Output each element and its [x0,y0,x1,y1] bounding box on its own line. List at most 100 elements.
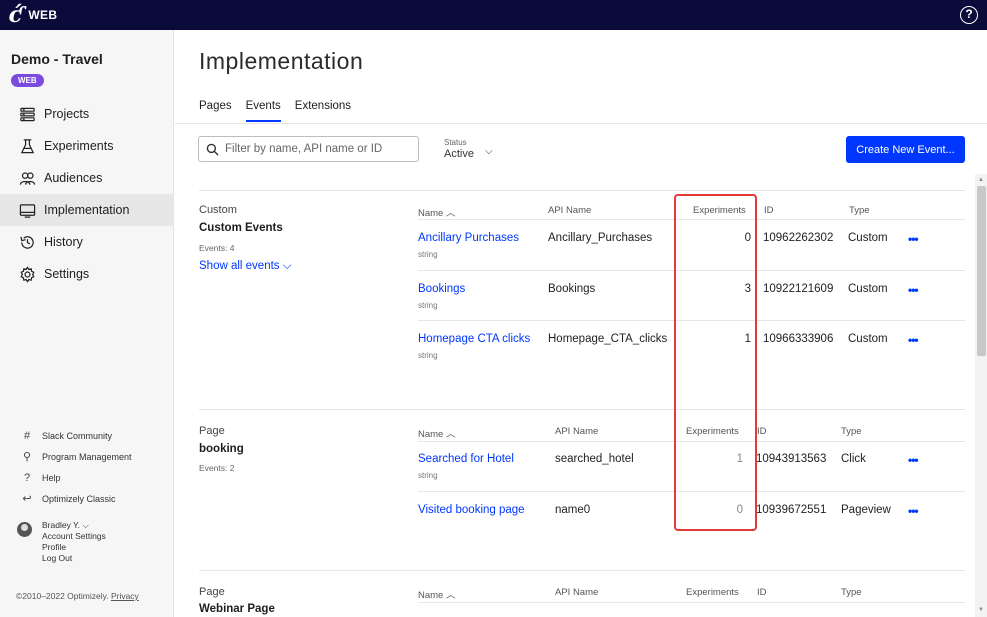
search-icon [206,143,219,156]
column-header-name[interactable]: Name ︿ [418,205,455,219]
hash-icon: # [23,429,31,442]
create-new-event-button[interactable]: Create New Event... [846,136,965,163]
platform-badge: WEB [11,74,44,87]
api-name: name0 [555,504,591,516]
slack-community-link[interactable]: # Slack Community [0,425,174,446]
event-name-link[interactable]: Ancillary Purchases [418,232,519,244]
column-header-type: Type [841,587,862,598]
sidebar-item-settings[interactable]: Settings [0,258,174,290]
experiments-column-highlight [674,194,757,531]
event-type: Custom [848,283,888,295]
sidebar-footer-links: # Slack Community ⚲ Program Management ?… [0,425,174,509]
divider [418,602,965,603]
more-options-icon[interactable]: ••• [908,283,919,297]
event-type: Pageview [841,504,891,516]
event-type: Click [841,453,866,465]
column-header-type: Type [849,205,870,216]
optimizely-logo[interactable]: ƈ́ [9,0,22,30]
more-options-icon[interactable]: ••• [908,504,919,518]
scroll-up-icon[interactable]: ▲ [978,177,984,183]
sidebar: Demo - Travel WEB Projects Experiments A… [0,30,174,617]
sidebar-item-label: History [44,235,83,249]
user-name[interactable]: Bradley Y. ⌵ [42,520,106,531]
column-header-id: ID [757,587,767,598]
sidebar-item-projects[interactable]: Projects [0,98,174,130]
sidebar-item-label: Projects [44,107,90,121]
chevron-down-icon: ⌵ [485,146,493,157]
more-options-icon[interactable]: ••• [908,453,919,467]
column-header-id: ID [764,205,774,216]
column-header-type: Type [841,426,862,437]
account-settings-link[interactable]: Account Settings [42,531,106,542]
avatar[interactable] [17,522,32,537]
event-id: 10966333906 [763,333,834,345]
sidebar-item-audiences[interactable]: Audiences [0,162,174,194]
footer-link-label: Optimizely Classic [42,493,116,504]
column-header-id: ID [757,426,767,437]
help-circle-icon: ? [23,471,31,484]
sidebar-item-implementation[interactable]: Implementation [0,194,174,226]
profile-link[interactable]: Profile [42,542,106,553]
event-name-link[interactable]: Visited booking page [418,504,525,516]
implementation-icon [18,201,36,219]
api-name: Ancillary_Purchases [548,232,653,244]
copyright: ©2010–2022 Optimizely. Privacy [16,591,139,601]
history-icon [18,233,36,251]
audiences-icon [18,169,36,187]
tab-events[interactable]: Events [245,100,281,122]
scroll-down-icon[interactable]: ▼ [978,607,984,613]
api-name: searched_hotel [555,453,634,465]
event-subtype: string [418,351,438,360]
event-name-link[interactable]: Searched for Hotel [418,453,514,465]
more-options-icon[interactable]: ••• [908,333,919,347]
event-subtype: string [418,250,438,259]
footer-link-label: Help [42,472,61,483]
group-count: Events: 2 [199,463,235,473]
sidebar-item-label: Experiments [44,139,114,153]
page-title: Implementation [199,48,364,74]
column-header-name[interactable]: Name ︿ [418,426,455,440]
event-id: 10943913563 [756,453,827,465]
flask-icon [18,137,36,155]
privacy-link[interactable]: Privacy [111,591,139,601]
help-link[interactable]: ? Help [0,467,174,488]
optimizely-classic-link[interactable]: ↩ Optimizely Classic [0,488,174,509]
search-input[interactable] [225,143,415,155]
tab-extensions[interactable]: Extensions [295,100,351,122]
status-label: Status [444,138,467,147]
column-header-name[interactable]: Name ︿ [418,587,455,601]
event-id: 10939672551 [756,504,827,516]
sidebar-item-history[interactable]: History [0,226,174,258]
event-type: Custom [848,333,888,345]
product-label: WEB [28,8,58,22]
sidebar-item-label: Settings [44,267,90,281]
group-kind: Page [199,586,225,598]
logout-link[interactable]: Log Out [42,553,106,564]
group-name: Custom Events [199,222,283,234]
footer-link-label: Slack Community [42,430,113,441]
divider [199,570,965,571]
tab-pages[interactable]: Pages [199,100,232,122]
show-all-events-link[interactable]: Show all events ⌵ [199,260,291,273]
project-name[interactable]: Demo - Travel [11,51,103,67]
sidebar-item-label: Implementation [44,203,130,217]
top-bar: ƈ́ WEB ? [0,0,987,30]
event-name-link[interactable]: Homepage CTA clicks [418,333,530,345]
help-icon[interactable]: ? [960,6,978,24]
column-header-api-name: API Name [555,587,599,598]
scrollbar-thumb[interactable] [977,186,986,356]
program-management-link[interactable]: ⚲ Program Management [0,446,174,467]
more-options-icon[interactable]: ••• [908,232,919,246]
tab-bar: Pages Events Extensions [199,100,365,122]
gear-icon [18,265,36,283]
sidebar-nav: Projects Experiments Audiences Implement… [0,98,174,290]
event-name-link[interactable]: Bookings [418,283,465,295]
column-header-api-name: API Name [555,426,599,437]
event-subtype: string [418,471,438,480]
footer-link-label: Program Management [42,451,132,462]
sidebar-item-label: Audiences [44,171,103,185]
status-dropdown[interactable]: Status Active ⌵ [444,138,493,160]
sidebar-item-experiments[interactable]: Experiments [0,130,174,162]
event-type: Custom [848,232,888,244]
column-header-experiments: Experiments [686,587,739,598]
